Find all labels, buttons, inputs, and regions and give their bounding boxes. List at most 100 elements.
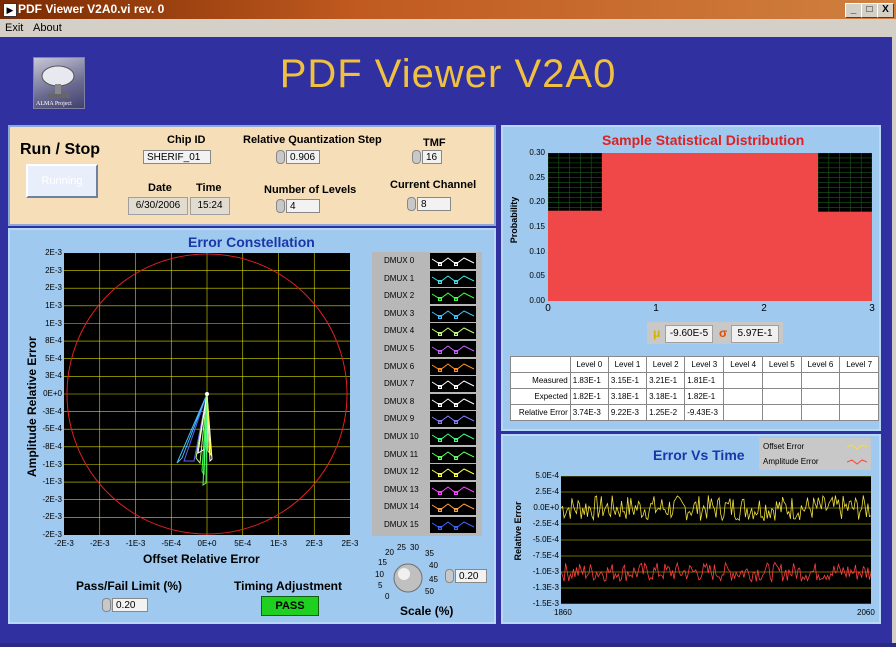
constellation-ytick: -3E-4 bbox=[42, 406, 62, 416]
pass-fail-spinner[interactable] bbox=[102, 598, 111, 612]
tmf-field[interactable]: 16 bbox=[422, 150, 442, 164]
distribution-xtick: 2 bbox=[761, 303, 767, 314]
menu-exit[interactable]: Exit bbox=[5, 22, 23, 34]
page-title: PDF Viewer V2A0 bbox=[279, 52, 617, 96]
table-cell: 1.25E-2 bbox=[646, 404, 686, 421]
constellation-panel: Error Constellation Amplitude Relative E… bbox=[8, 228, 496, 624]
logo-text: ALMA Project bbox=[36, 101, 72, 107]
constellation-ytick: 0E+0 bbox=[43, 389, 62, 398]
levels-field[interactable]: 4 bbox=[286, 199, 320, 213]
error-time-xmin: 1860 bbox=[554, 608, 572, 617]
dmux-label: DMUX 9 bbox=[384, 414, 415, 424]
table-cell bbox=[839, 404, 879, 421]
dmux-label: DMUX 13 bbox=[384, 484, 419, 494]
distribution-xtick: 1 bbox=[653, 303, 659, 314]
controls-panel: Run / Stop Running Chip ID SHERIF_01 Rel… bbox=[8, 125, 496, 226]
dmux-swatch bbox=[430, 305, 476, 322]
constellation-xtick: -2E-3 bbox=[54, 539, 74, 548]
date-label: Date bbox=[148, 182, 172, 194]
constellation-xlabel: Offset Relative Error bbox=[143, 552, 260, 566]
table-cell bbox=[761, 404, 802, 421]
scale-spinner[interactable] bbox=[445, 569, 454, 583]
dmux-swatch bbox=[430, 429, 476, 445]
tmf-spinner[interactable] bbox=[412, 150, 421, 164]
dmux-legend-item: DMUX 13 bbox=[372, 481, 482, 498]
date-value: 6/30/2006 bbox=[128, 197, 188, 215]
table-header-cell bbox=[510, 356, 571, 373]
pass-fail-field[interactable]: 0.20 bbox=[112, 598, 148, 612]
rqs-field[interactable]: 0.906 bbox=[286, 150, 320, 164]
dmux-legend-item: DMUX 12 bbox=[372, 463, 482, 481]
distribution-ytick: 0.05 bbox=[529, 271, 545, 281]
error-time-ytick: -1.5E-3 bbox=[532, 599, 559, 608]
dmux-swatch bbox=[430, 376, 476, 393]
error-time-ytick: 5.0E-4 bbox=[535, 471, 559, 480]
table-row: Relative Error 3.74E-3 9.22E-3 1.25E-2 -9.43… bbox=[510, 404, 879, 421]
dmux-legend-item: DMUX 3 bbox=[372, 305, 482, 322]
constellation-ytick: -2E-3 bbox=[42, 512, 62, 522]
dmux-swatch bbox=[430, 288, 476, 305]
levels-spinner[interactable] bbox=[276, 199, 285, 213]
scale-knob[interactable]: 0 5 10 15 20 25 30 35 40 45 50 bbox=[370, 542, 450, 604]
timing-label: Timing Adjustment bbox=[234, 579, 342, 593]
distribution-title: Sample Statistical Distribution bbox=[602, 132, 805, 148]
menu-about[interactable]: About bbox=[33, 22, 62, 34]
table-cell bbox=[723, 388, 763, 405]
table-cell bbox=[839, 372, 879, 389]
knob-tick: 40 bbox=[429, 561, 438, 570]
pass-fail-label: Pass/Fail Limit (%) bbox=[76, 579, 183, 593]
table-header-cell: Level 4 bbox=[723, 356, 763, 373]
legend-offset-swatch bbox=[847, 444, 867, 450]
constellation-xtick: -2E-3 bbox=[89, 539, 110, 548]
rqs-spinner[interactable] bbox=[276, 150, 285, 164]
chip-id-field[interactable]: SHERIF_01 bbox=[143, 150, 211, 164]
table-cell: -9.43E-3 bbox=[684, 404, 725, 421]
dmux-label: DMUX 5 bbox=[384, 344, 415, 353]
dmux-swatch bbox=[430, 411, 476, 428]
dmux-swatch bbox=[430, 253, 476, 269]
legend-offset-label: Offset Error bbox=[763, 442, 805, 451]
run-stop-label: Run / Stop bbox=[20, 141, 100, 158]
table-cell: 3.18E-1 bbox=[607, 388, 648, 405]
dmux-label: DMUX 12 bbox=[384, 467, 419, 477]
scale-field[interactable]: 0.20 bbox=[455, 569, 487, 583]
dmux-legend-item: DMUX 6 bbox=[372, 358, 482, 375]
channel-label: Current Channel bbox=[390, 179, 477, 191]
dmux-swatch bbox=[430, 481, 476, 498]
constellation-ytick: -1E-3 bbox=[42, 459, 62, 469]
dmux-label: DMUX 1 bbox=[384, 273, 415, 283]
dmux-legend-item: DMUX 4 bbox=[372, 322, 482, 340]
error-time-xmax: 2060 bbox=[857, 608, 875, 617]
constellation-title: Error Constellation bbox=[188, 234, 315, 250]
constellation-xtick: 2E-3 bbox=[341, 539, 359, 548]
mu-icon: μ bbox=[653, 326, 661, 340]
distribution-bar bbox=[548, 210, 602, 301]
maximize-button[interactable]: □ bbox=[861, 3, 878, 18]
error-time-panel: Error Vs Time Offset Error Amplitude Err… bbox=[501, 434, 881, 624]
dmux-swatch bbox=[430, 358, 476, 375]
menu-bar: Exit About bbox=[0, 19, 896, 37]
dmux-legend-item: DMUX 5 bbox=[372, 340, 482, 357]
dmux-swatch bbox=[430, 270, 476, 287]
table-cell bbox=[761, 388, 802, 405]
knob-tick: 5 bbox=[378, 581, 383, 590]
table-cell bbox=[723, 372, 763, 389]
table-row: Expected 1.82E-1 3.18E-1 3.18E-1 1.82E-1 bbox=[510, 388, 879, 405]
channel-field[interactable]: 8 bbox=[417, 197, 451, 211]
distribution-ytick: 0.25 bbox=[529, 172, 545, 182]
knob-tick: 15 bbox=[378, 558, 387, 567]
dmux-label: DMUX 4 bbox=[384, 326, 415, 336]
sigma-value: 5.97E-1 bbox=[731, 325, 779, 343]
constellation-ytick: 1E-3 bbox=[45, 318, 62, 328]
table-cell bbox=[800, 372, 841, 389]
dmux-swatch bbox=[430, 464, 476, 481]
table-cell: 1.83E-1 bbox=[569, 372, 609, 389]
close-button[interactable]: X bbox=[877, 3, 894, 18]
channel-spinner[interactable] bbox=[407, 197, 416, 211]
table-cell: 3.18E-1 bbox=[646, 388, 686, 405]
minimize-button[interactable]: _ bbox=[845, 3, 862, 18]
table-header-cell: Level 2 bbox=[646, 356, 686, 373]
rqs-label: Relative Quantization Step bbox=[243, 134, 382, 146]
dmux-legend-item: DMUX 0 bbox=[372, 252, 482, 269]
run-stop-button[interactable]: Running bbox=[26, 164, 98, 198]
